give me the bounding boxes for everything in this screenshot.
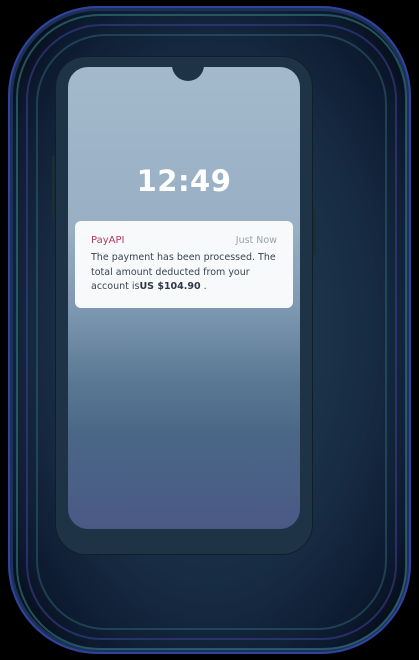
phone-frame: 12:49 PayAPI Just Now The payment has be…: [56, 57, 312, 554]
payment-notification[interactable]: PayAPI Just Now The payment has been pro…: [75, 221, 293, 308]
stage: 12:49 PayAPI Just Now The payment has be…: [0, 0, 419, 660]
camera-notch: [172, 67, 204, 81]
notification-timestamp: Just Now: [235, 235, 277, 246]
lock-screen: 12:49 PayAPI Just Now The payment has be…: [68, 67, 300, 529]
lock-screen-clock: 12:49: [136, 164, 232, 198]
notification-message: The payment has been processed. The tota…: [91, 251, 277, 295]
notification-message-suffix: .: [200, 281, 207, 292]
notification-amount: US $104.90: [139, 281, 201, 292]
notification-header: PayAPI Just Now: [91, 235, 277, 249]
notification-app-name: PayAPI: [91, 235, 125, 246]
